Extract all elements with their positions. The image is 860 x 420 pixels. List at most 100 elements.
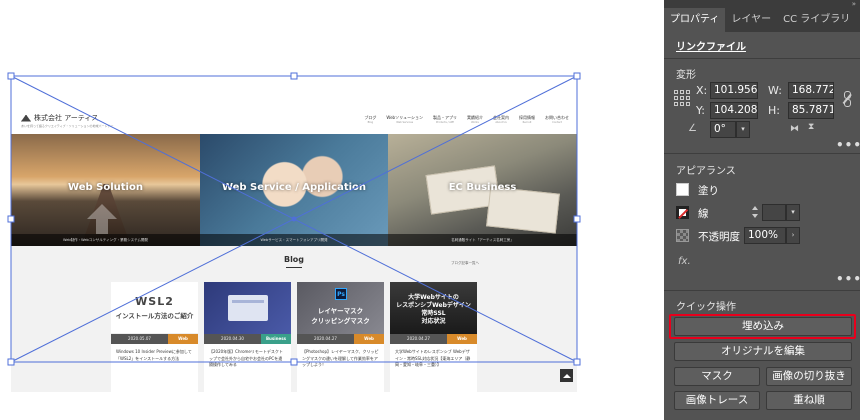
- back-to-top-icon: [560, 369, 573, 382]
- hero-caption: Webサービス・スマートフォンアプリ開発: [200, 234, 388, 246]
- blog-title-underline: [286, 267, 302, 268]
- blog-more-link: ブログ記事一覧へ: [451, 261, 479, 265]
- image-trace-button[interactable]: 画像トレース: [674, 391, 760, 410]
- h-label: H:: [768, 104, 780, 117]
- post-date: 2020.04.27: [390, 334, 447, 344]
- stroke-swatch[interactable]: [676, 206, 689, 219]
- opacity-field[interactable]: 100%: [744, 227, 786, 244]
- blog-post-list: WSL2 インストール方法のご紹介 2020.05.07 Web Windows…: [111, 282, 477, 392]
- logo-text: 株式会社 アーティス: [34, 114, 99, 122]
- flip-vertical-icon[interactable]: ⧗: [808, 122, 814, 132]
- post-category: Business: [261, 334, 291, 344]
- site-tagline: あいを持って語るクリエイティブ・ソリューションの地域パートナー: [21, 124, 114, 128]
- post-category: Web: [168, 334, 198, 344]
- post-excerpt: 【Photoshop】レイヤーマスク、クリッピングマスクの違いを理解して作業効率…: [302, 349, 379, 367]
- artboard[interactable]: 株式会社 アーティス あいを持って語るクリエイティブ・ソリューションの地域パート…: [0, 30, 664, 420]
- post-date: 2020.05.07: [111, 334, 168, 344]
- reference-point-icon[interactable]: [674, 90, 690, 106]
- hero-tile-ec-business: EC Business 名刺通販サイト「アーティス名刺工房」: [388, 134, 577, 246]
- tab-cc-libraries[interactable]: CC ライブラリ: [777, 8, 856, 32]
- chevron-down-icon[interactable]: ▾: [786, 204, 800, 221]
- stroke-label: 線: [698, 208, 709, 220]
- opacity-icon: [676, 229, 689, 242]
- opacity-label: 不透明度: [698, 231, 740, 243]
- placed-image[interactable]: 株式会社 アーティス あいを持って語るクリエイティブ・ソリューションの地域パート…: [11, 106, 577, 392]
- remote-desktop-window-icon: [227, 295, 268, 321]
- collapse-panel-icon[interactable]: »: [852, 0, 856, 8]
- rotate-angle-field[interactable]: 0°: [710, 121, 736, 138]
- nav-item-products: 製品・アプリ Products / APP: [433, 115, 457, 124]
- hero-tile-web-service: Web Service / Application Webサービス・スマートフォ…: [200, 134, 388, 246]
- site-header: 株式会社 アーティス あいを持って語るクリエイティブ・ソリューションの地域パート…: [11, 106, 577, 134]
- hero-title: Web Solution: [68, 182, 143, 193]
- tab-properties[interactable]: プロパティ: [664, 8, 726, 32]
- flip-horizontal-icon[interactable]: ⧓: [790, 124, 799, 134]
- post-excerpt: Windows 10 Insider Previewに参加して「WSL2」をイン…: [116, 349, 192, 361]
- fx-effects-icon[interactable]: fx.: [678, 256, 691, 267]
- post-meta: 2020.04.30 Business: [204, 334, 291, 344]
- edit-original-button[interactable]: オリジナルを編集: [674, 342, 852, 361]
- photoshop-icon: Ps: [335, 288, 347, 300]
- hero-title: EC Business: [448, 182, 517, 193]
- post-date: 2020.04.30: [204, 334, 261, 344]
- logo-house-icon: [21, 114, 31, 122]
- hero-tile-web-solution: Web Solution Web制作・Webコンサルティング・業務システム開発: [11, 134, 200, 246]
- h-field[interactable]: 85.7871: [788, 102, 834, 119]
- rotate-angle-icon: ∠: [688, 123, 697, 134]
- nav-item-recruit: 採用情報 Recruit: [519, 115, 535, 124]
- post-meta: 2020.05.07 Web: [111, 334, 198, 344]
- transform-more-options-icon[interactable]: •••: [836, 138, 860, 152]
- nav-item-web-solution: Webソリューション Web Services: [386, 115, 423, 124]
- post-thumbnail: [204, 282, 291, 334]
- nav-item-contact: お問い合わせ Contact: [545, 115, 569, 124]
- post-thumbnail: 大学Webサイトの レスポンシブWebデザイン 常時SSL 対応状況: [390, 282, 477, 334]
- appearance-more-options-icon[interactable]: •••: [836, 272, 860, 286]
- tab-layers[interactable]: レイヤー: [725, 8, 777, 32]
- y-label: Y:: [696, 104, 705, 117]
- section-divider: [664, 290, 860, 291]
- blog-post-card: 2020.04.30 Business 【2020年版】Chromeリモートデス…: [204, 282, 291, 392]
- section-divider: [664, 58, 860, 59]
- constrain-proportions-link-icon[interactable]: [842, 91, 852, 107]
- site-logo: 株式会社 アーティス: [21, 113, 98, 123]
- post-thumbnail: Ps レイヤーマスク クリッピングマスク: [297, 282, 384, 334]
- fill-swatch[interactable]: [676, 183, 689, 196]
- post-excerpt: 【2020年版】Chromeリモートデスクトップで会社外から自宅やお会社のPCを…: [209, 349, 283, 367]
- transform-section-title: 変形: [676, 70, 696, 81]
- blog-post-card: Ps レイヤーマスク クリッピングマスク 2020.04.27 Web 【Pho…: [297, 282, 384, 392]
- hero-banner: Web Solution Web制作・Webコンサルティング・業務システム開発 …: [11, 134, 577, 246]
- y-field[interactable]: 104.208: [710, 102, 758, 119]
- crop-image-button[interactable]: 画像の切り抜き: [766, 367, 852, 386]
- chevron-down-icon[interactable]: ▾: [736, 121, 750, 138]
- post-thumbnail: WSL2 インストール方法のご紹介: [111, 282, 198, 334]
- x-label: X:: [696, 84, 708, 97]
- hero-title: Web Service / Application: [221, 182, 367, 193]
- quick-actions-section-title: クイック操作: [676, 302, 736, 313]
- chevron-right-icon[interactable]: ›: [786, 227, 800, 244]
- site-nav: ブログ Blog Webソリューション Web Services 製品・アプリ Pro…: [364, 115, 569, 124]
- post-category: Web: [447, 334, 477, 344]
- link-file-link[interactable]: リンクファイル: [676, 38, 746, 53]
- post-date: 2020.04.27: [297, 334, 354, 344]
- stroke-weight-stepper[interactable]: [750, 205, 762, 221]
- embed-button[interactable]: 埋め込み: [674, 317, 852, 336]
- hero-caption: Web制作・Webコンサルティング・業務システム開発: [11, 234, 200, 246]
- business-card-graphic: [486, 186, 560, 234]
- panel-top-strip: »: [664, 0, 860, 8]
- blog-section: Blog ブログ記事一覧へ WSL2 インストール方法のご紹介 2020.05.…: [11, 246, 577, 392]
- appearance-section-title: アピアランス: [676, 166, 736, 177]
- post-meta: 2020.04.27 Web: [390, 334, 477, 344]
- w-field[interactable]: 168.772: [788, 82, 834, 99]
- document-canvas[interactable]: 株式会社 アーティス あいを持って語るクリエイティブ・ソリューションの地域パート…: [0, 0, 664, 420]
- hero-caption: 名刺通販サイト「アーティス名刺工房」: [388, 234, 577, 246]
- w-label: W:: [768, 84, 782, 97]
- nav-item-blog: ブログ Blog: [364, 115, 377, 124]
- nav-item-about: 会社案内 About Us: [493, 115, 509, 124]
- section-divider: [664, 153, 860, 154]
- arrange-button[interactable]: 重ね順: [766, 391, 852, 410]
- mask-button[interactable]: マスク: [674, 367, 760, 386]
- nav-item-works: 実績紹介 Works: [467, 115, 483, 124]
- stroke-weight-field[interactable]: [762, 204, 786, 221]
- x-field[interactable]: 101.956: [710, 82, 758, 99]
- blog-title: Blog: [283, 255, 305, 264]
